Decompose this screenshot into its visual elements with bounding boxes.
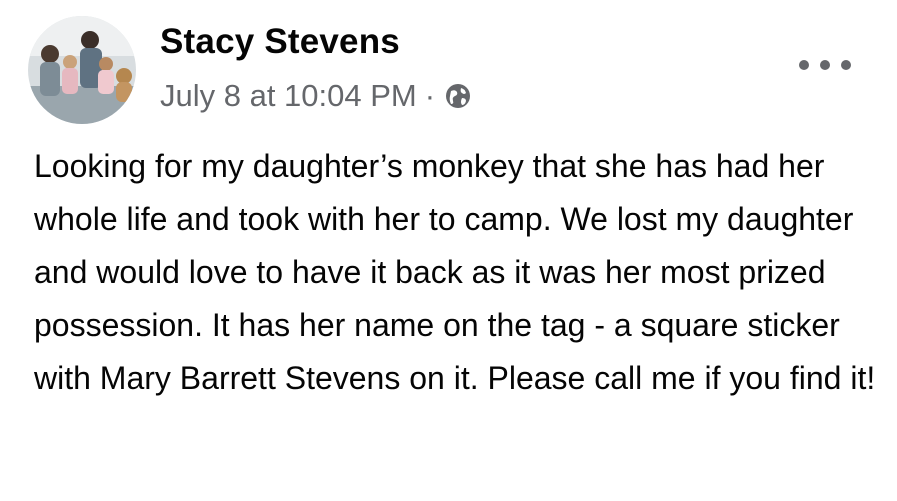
globe-icon[interactable] xyxy=(443,81,473,111)
post-message: Looking for my daughter’s monkey that sh… xyxy=(34,148,876,396)
more-options-icon xyxy=(799,60,809,70)
facebook-post: Stacy Stevens July 8 at 10:04 PM · Looki… xyxy=(0,0,897,501)
family-photo-icon xyxy=(28,16,136,124)
post-meta: July 8 at 10:04 PM · xyxy=(160,78,473,114)
more-options-button[interactable] xyxy=(799,50,851,80)
author-name[interactable]: Stacy Stevens xyxy=(160,22,400,62)
avatar[interactable] xyxy=(28,16,136,124)
post-timestamp[interactable]: July 8 at 10:04 PM xyxy=(160,78,417,114)
meta-separator: · xyxy=(424,78,436,113)
